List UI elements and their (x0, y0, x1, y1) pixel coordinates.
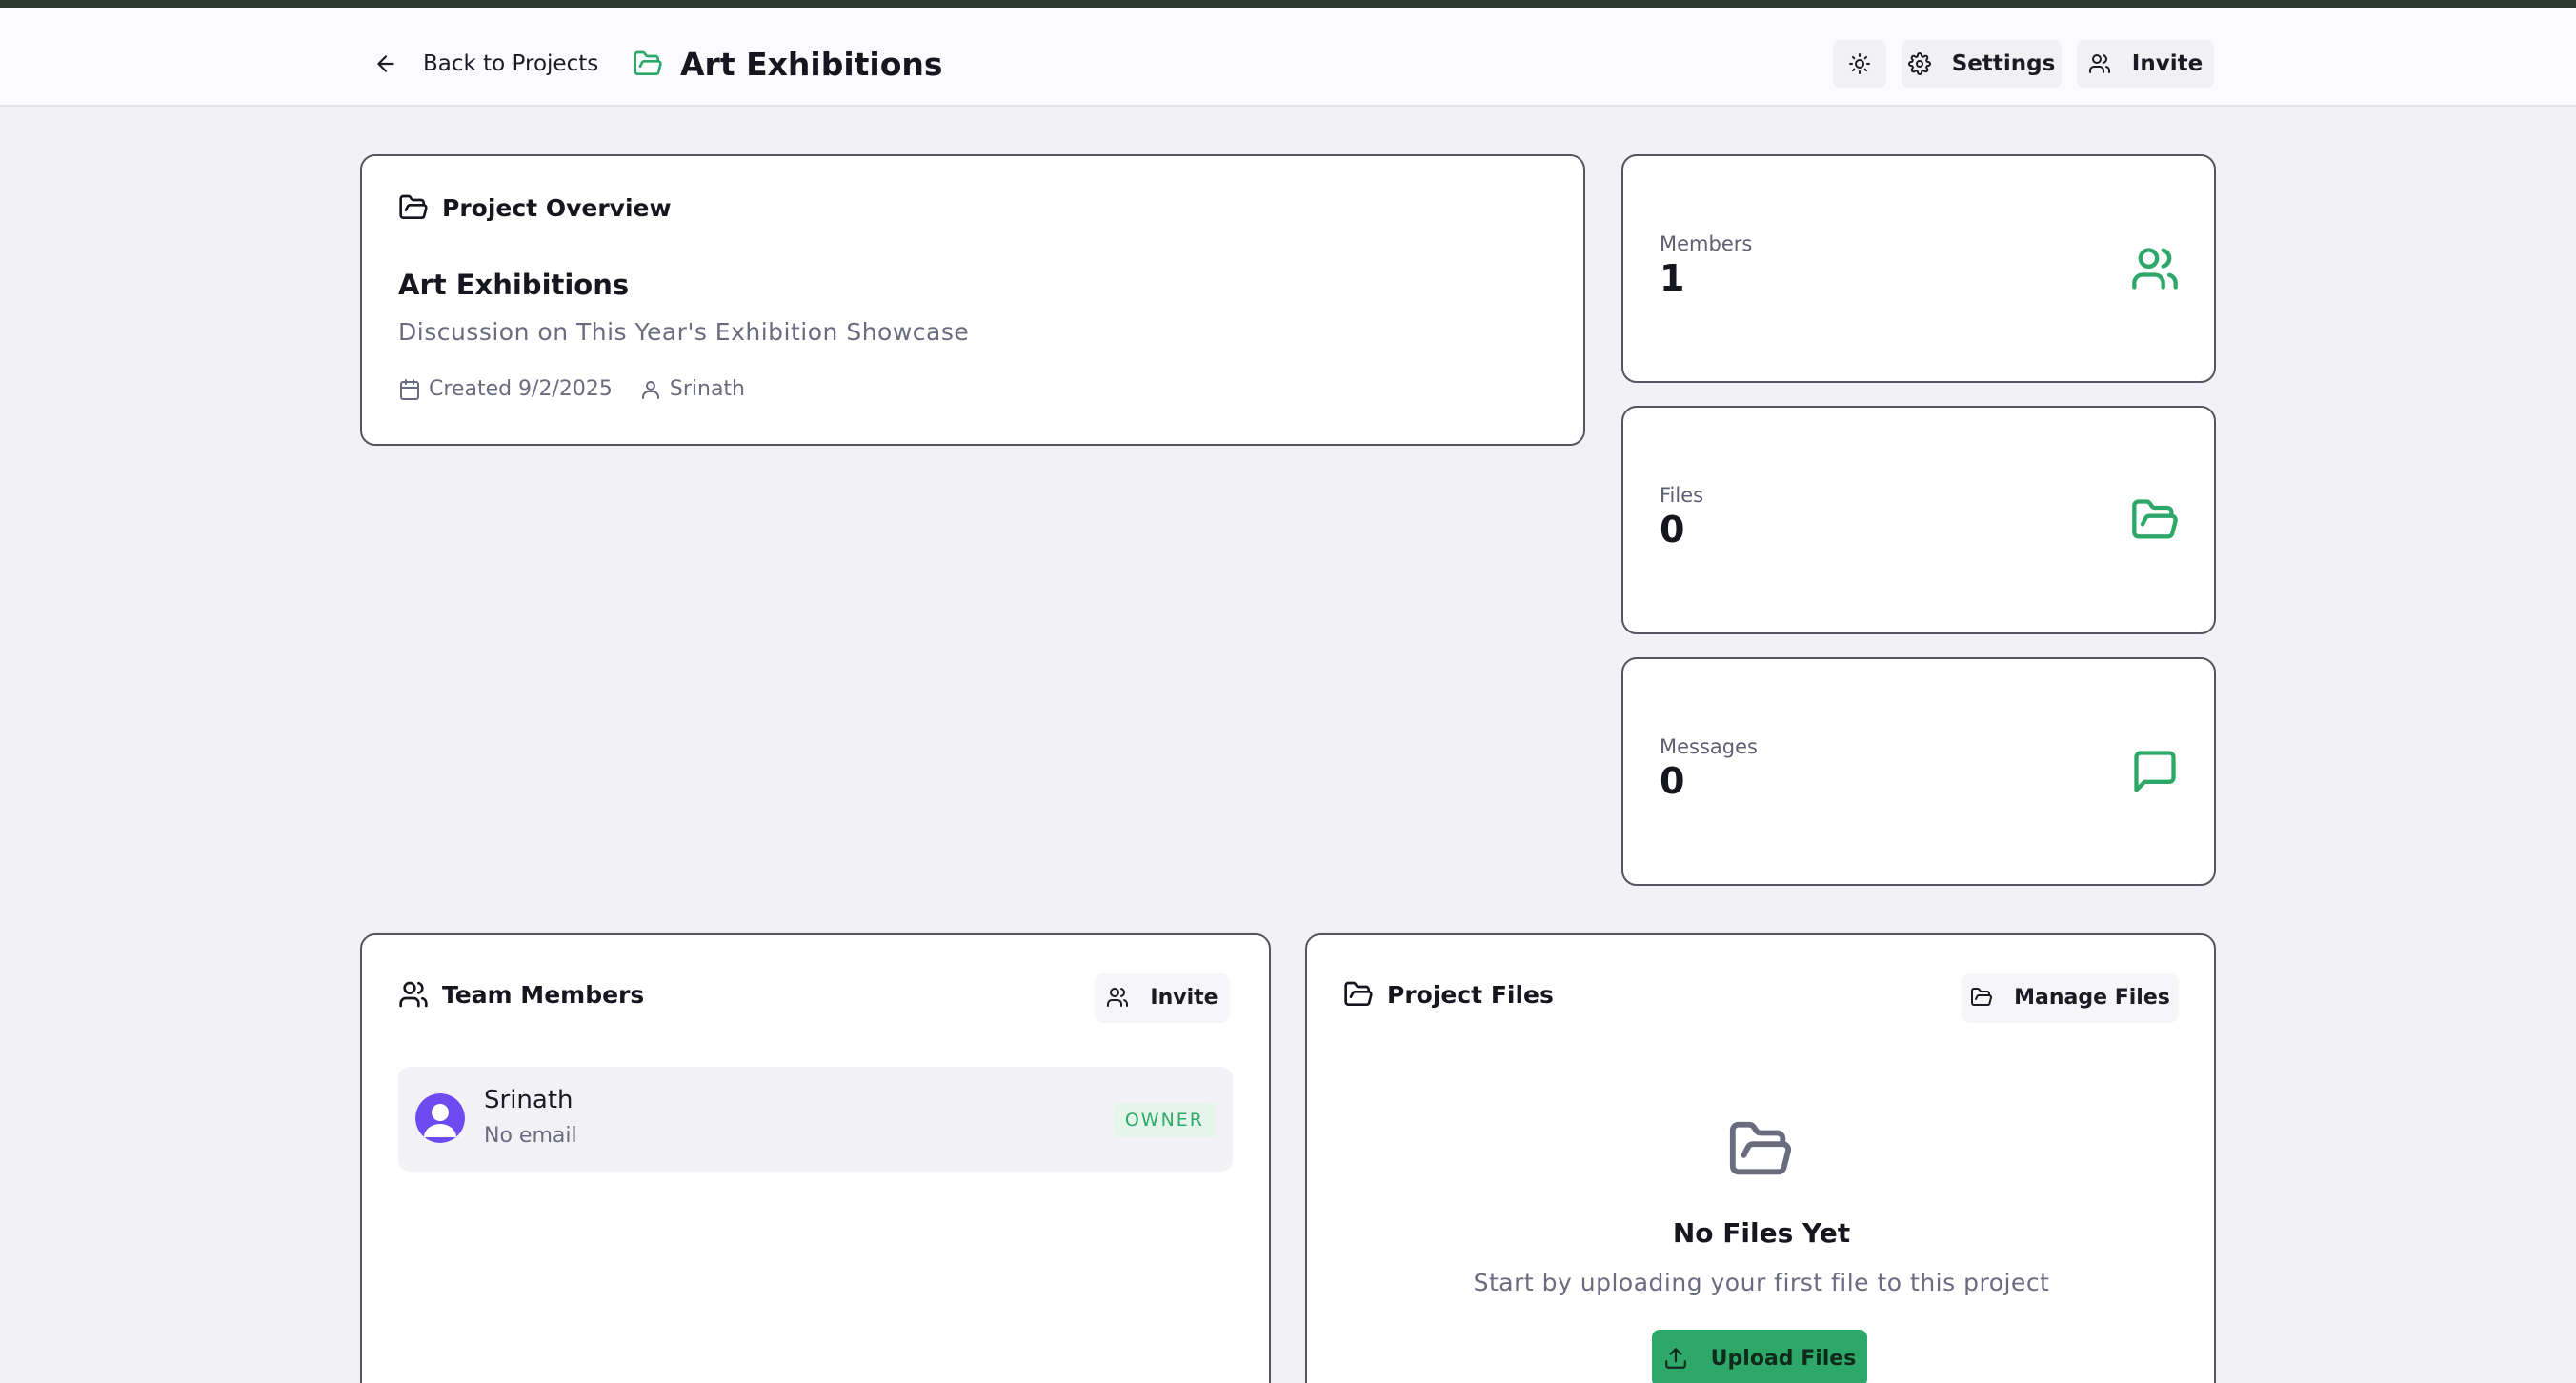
page-title: Art Exhibitions (680, 45, 943, 83)
team-members-heading-text: Team Members (442, 980, 645, 1009)
files-stat-card: Files 0 (1621, 406, 2216, 634)
arrow-left-icon (377, 55, 394, 72)
gear-icon (1907, 52, 1931, 75)
project-meta: Created 9/2/2025 Srinath (398, 377, 745, 401)
project-files-heading: Project Files (1343, 979, 1554, 1010)
invite-label: Invite (2131, 51, 2204, 76)
users-icon (2088, 54, 2110, 73)
upload-icon (1664, 1348, 1686, 1369)
folder-open-icon (2132, 499, 2178, 539)
users-icon (2132, 248, 2178, 290)
project-overview-heading-text: Project Overview (442, 193, 672, 222)
avatar (415, 1093, 465, 1143)
folder-open-icon (634, 50, 662, 75)
team-invite-label: Invite (1150, 985, 1218, 1010)
top-accent-bar (0, 0, 2576, 8)
members-stat-label: Members (1660, 232, 1753, 255)
team-invite-button[interactable]: Invite (1096, 973, 1229, 1021)
page-header: Back to Projects Art Exhibitions Setting… (0, 8, 2576, 107)
manage-files-button[interactable]: Manage Files (1962, 973, 2178, 1021)
messages-stat-label: Messages (1660, 735, 1758, 758)
empty-state-title: No Files Yet (1672, 1217, 1851, 1249)
folder-open-icon (1971, 988, 1993, 1006)
status-badge: OWNER (1113, 1103, 1216, 1137)
team-members-card: Team Members Invite Srinath No email OWN… (360, 933, 1271, 1383)
folder-open-icon (1729, 1121, 1792, 1175)
back-to-projects-link[interactable]: Back to Projects (373, 36, 598, 91)
invite-button[interactable]: Invite (2077, 40, 2214, 88)
theme-toggle-button[interactable] (1833, 40, 1886, 88)
project-description: Discussion on This Year's Exhibition Sho… (398, 318, 970, 346)
members-stat-card: Members 1 (1621, 154, 2216, 383)
created-date: Created 9/2/2025 (398, 377, 613, 401)
back-to-projects-label: Back to Projects (423, 51, 599, 76)
avatar-icon (415, 1093, 465, 1143)
created-date-text: Created 9/2/2025 (429, 377, 613, 401)
messages-stat-value: 0 (1660, 760, 1685, 802)
users-icon (1107, 988, 1129, 1007)
messages-stat-card: Messages 0 (1621, 657, 2216, 886)
project-files-heading-text: Project Files (1387, 980, 1554, 1009)
settings-label: Settings (1951, 51, 2056, 76)
upload-files-label: Upload Files (1710, 1346, 1857, 1371)
sun-icon (1849, 53, 1870, 74)
project-files-card: Project Files Manage Files No Files Yet … (1305, 933, 2216, 1383)
upload-files-button[interactable]: Upload Files (1652, 1330, 1867, 1383)
project-name: Art Exhibitions (398, 269, 630, 301)
message-square-icon (2134, 751, 2176, 792)
page-title-group: Art Exhibitions (633, 36, 943, 91)
project-owner: Srinath (639, 377, 745, 401)
folder-open-icon (399, 194, 428, 219)
manage-files-label: Manage Files (2014, 985, 2170, 1010)
members-stat-value: 1 (1660, 257, 1685, 299)
project-overview-heading: Project Overview (398, 192, 672, 223)
settings-button[interactable]: Settings (1902, 40, 2062, 88)
user-icon (641, 380, 659, 399)
files-stat-label: Files (1660, 484, 1704, 507)
folder-open-icon (1344, 981, 1373, 1006)
member-email: No email (484, 1124, 577, 1148)
project-owner-name: Srinath (669, 377, 745, 401)
project-overview-card: Project Overview Art Exhibitions Discuss… (360, 154, 1585, 446)
empty-state-subtitle: Start by uploading your first file to th… (1473, 1269, 2050, 1296)
files-stat-value: 0 (1660, 509, 1685, 551)
calendar-icon (400, 378, 419, 400)
users-icon (399, 981, 428, 1008)
team-members-heading: Team Members (398, 979, 644, 1010)
member-name: Srinath (484, 1086, 574, 1114)
list-item[interactable]: Srinath No email OWNER (398, 1067, 1233, 1172)
